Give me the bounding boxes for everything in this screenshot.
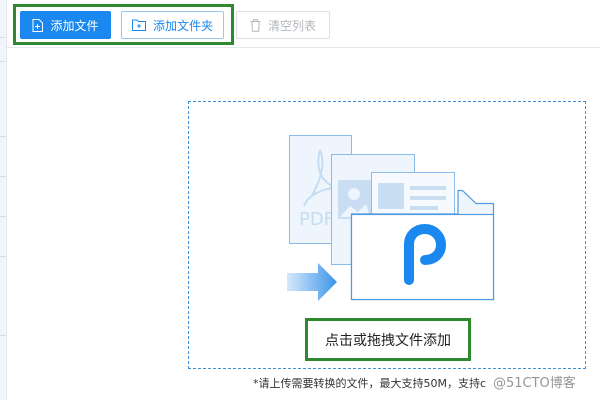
pdf-watermark-text: PDF (299, 209, 334, 230)
arrow-right-icon (287, 263, 337, 301)
site-watermark: @51CTO博客 (493, 376, 576, 391)
click-or-drag-add-button[interactable]: 点击或拖拽文件添加 (305, 318, 471, 361)
upload-limit-note: *请上传需要转换的文件，最大支持50M，支持c (253, 377, 487, 390)
file-upload-illustration: PDF (287, 135, 495, 301)
click-or-drag-add-label: 点击或拖拽文件添加 (325, 332, 451, 349)
